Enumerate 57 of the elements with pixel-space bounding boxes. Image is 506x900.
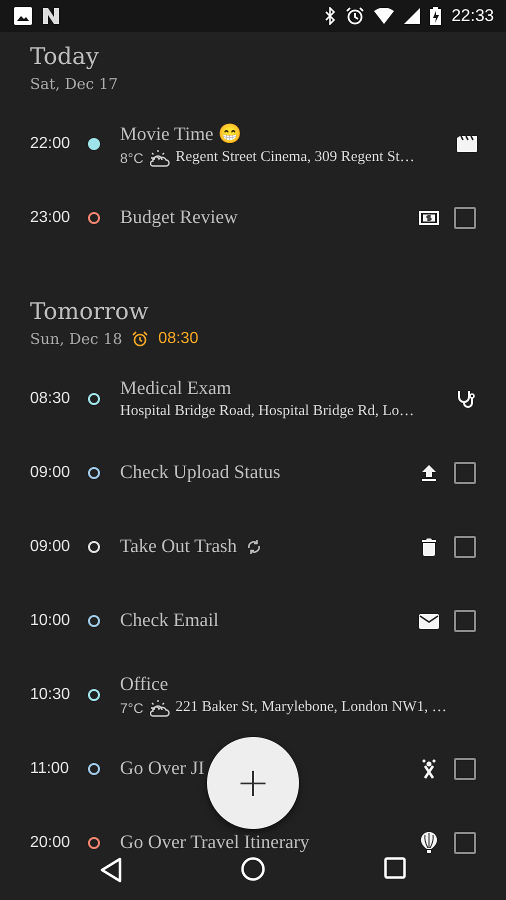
- home-icon[interactable]: [241, 857, 265, 881]
- image-icon: [14, 7, 32, 25]
- checkbox[interactable]: [454, 207, 476, 229]
- section-title: Tomorrow: [30, 298, 150, 327]
- back-icon[interactable]: [100, 857, 122, 883]
- event-title: Take Out Trash: [120, 536, 237, 558]
- event-title: Budget Review: [120, 207, 238, 229]
- temperature: 8°C: [120, 150, 144, 166]
- event-title: Movie Time 😁: [120, 122, 242, 146]
- recents-icon[interactable]: [384, 857, 406, 879]
- event-time: 09:00: [30, 538, 72, 556]
- mail-icon: [419, 614, 439, 628]
- upload-icon: [422, 465, 436, 481]
- checkbox[interactable]: [454, 832, 476, 854]
- n-logo-icon: [42, 7, 60, 25]
- temperature: 7°C: [120, 700, 144, 716]
- event-time: 09:00: [30, 464, 72, 482]
- event-title: Go Over JI: [120, 758, 204, 780]
- event-time: 20:00: [30, 834, 72, 852]
- event-title: Go Over Travel Itinerary: [120, 832, 310, 854]
- trash-icon: [422, 538, 436, 556]
- event-time: 11:00: [30, 760, 70, 778]
- wifi-icon: [374, 8, 394, 24]
- event-title: Medical Exam: [120, 378, 232, 400]
- event-time: 22:00: [30, 135, 72, 153]
- signal-icon: [404, 8, 420, 24]
- section-date: Sat, Dec 17: [30, 75, 118, 93]
- section-date: Sun, Dec 18: [30, 330, 122, 348]
- weather-icon: [150, 148, 170, 166]
- event-time: 10:00: [30, 612, 72, 630]
- money-icon: [419, 211, 439, 225]
- event-location: Regent Street Cinema, 309 Regent St…: [176, 149, 415, 166]
- add-button[interactable]: +: [207, 737, 299, 829]
- event-time: 10:30: [30, 686, 72, 704]
- weather-icon: [150, 698, 170, 716]
- battery-icon: [430, 7, 442, 25]
- status-time: 22:33: [451, 6, 494, 26]
- stethoscope-icon: [457, 389, 477, 409]
- event-title: Check Email: [120, 610, 219, 632]
- figure-icon: [421, 759, 437, 779]
- alarm-icon: [132, 331, 148, 347]
- bluetooth-icon: [325, 7, 336, 25]
- event-location: 221 Baker St, Marylebone, London NW1, …: [176, 699, 447, 716]
- film-icon: [457, 136, 477, 152]
- event-time: 23:00: [30, 209, 72, 227]
- checkbox[interactable]: [454, 610, 476, 632]
- event-time: 08:30: [30, 390, 72, 408]
- alarm-time: 08:30: [158, 330, 198, 348]
- event-title: Check Upload Status: [120, 462, 280, 484]
- alarm-icon: [346, 7, 364, 25]
- checkbox[interactable]: [454, 758, 476, 780]
- section-title: Today: [30, 43, 100, 72]
- checkbox[interactable]: [454, 536, 476, 558]
- event-title: Office: [120, 674, 168, 696]
- balloon-icon: [421, 832, 437, 854]
- event-location: Hospital Bridge Road, Hospital Bridge Rd, Lo…: [120, 403, 414, 420]
- checkbox[interactable]: [454, 462, 476, 484]
